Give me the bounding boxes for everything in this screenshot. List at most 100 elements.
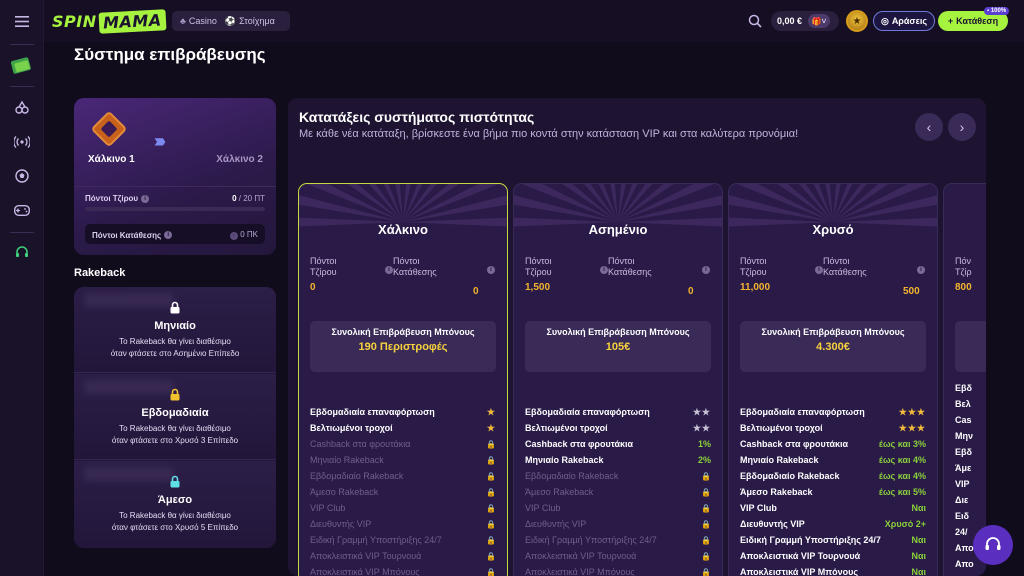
- lock-icon: 🔒: [486, 519, 496, 529]
- lock-icon: 🔒: [486, 455, 496, 465]
- star-icon: ★: [486, 406, 496, 417]
- deposit-points: Πόντοι Κατάθεσης 500: [823, 256, 920, 297]
- missions-button[interactable]: ◎ Αράσεις: [873, 11, 935, 31]
- wager-points-row: Πόντοι Τζίρου i 0 / 20 ΠΤ: [85, 194, 265, 203]
- info-icon[interactable]: i: [600, 266, 608, 274]
- perk-label: Εβδ: [955, 447, 972, 457]
- live-icon[interactable]: [0, 133, 44, 151]
- sidebar: [0, 0, 44, 576]
- rakeback-title: Rakeback: [74, 267, 126, 279]
- wager-points-value: 1,500: [525, 282, 551, 293]
- rakeback-desc: Το Rakeback θα γίνει διαθέσιμο όταν φτάσε…: [94, 336, 256, 360]
- perk-label: Βελ: [955, 399, 971, 409]
- perk-label: Αποκλειστικά VIP Τουρνουά: [310, 551, 422, 561]
- wager-progress-bar: [85, 207, 265, 211]
- wager-points-value: 800: [955, 282, 972, 293]
- sports-icon[interactable]: [0, 167, 44, 185]
- help-chat-button[interactable]: [973, 525, 1013, 565]
- perk-row: Βελτιωμένοι τροχοί ★: [310, 420, 496, 436]
- wager-points-value: 0: [310, 282, 316, 293]
- lock-icon: [74, 475, 276, 491]
- deposit-points-label: Πόντοι Κατάθεσης: [92, 230, 162, 240]
- perk-row: Εβδομαδιαίο Rakeback 🔒: [310, 468, 496, 484]
- perk-row: Άμεσο Rakeback 🔒: [525, 484, 711, 500]
- deposit-badge: ▪ 100%: [984, 7, 1010, 15]
- deposit-points-label: Πόντοι: [608, 256, 635, 266]
- top-bar: SPIN MAMA ♣ Casino ⚽ Στοίχημα 0,00 € 🎁˅ …: [44, 0, 1024, 42]
- total-bonus-box: Συνολική Επιβράβευση Μπόνους 190 Περιστρο…: [310, 321, 496, 372]
- perk-row: Αποκλειστικά VIP Τουρνουά Ναι: [740, 548, 926, 564]
- next-arrow-button[interactable]: ›: [948, 113, 976, 141]
- total-bonus-value: 4.300€: [816, 341, 850, 353]
- menu-icon[interactable]: [0, 12, 44, 30]
- casino-icon[interactable]: [0, 98, 44, 116]
- headset-icon: [985, 537, 1001, 550]
- wager-points-label: Τζίρου: [740, 267, 767, 277]
- deposit-points-label: Κατάθεσης: [608, 267, 652, 277]
- perk-label: Αποκλειστικά VIP Μπόνους: [740, 567, 859, 576]
- perk-label: Βελτιωμένοι τροχοί: [740, 423, 823, 433]
- promotions-icon[interactable]: [0, 52, 44, 80]
- loyalty-ranks-panel: Κατατάξεις συστήματος πιστότητας Με κάθε…: [288, 98, 986, 576]
- perk-value: έως και 3%: [878, 439, 926, 449]
- perk-row: Αποκλειστικά VIP Τουρνουά 🔒: [310, 548, 496, 564]
- wager-points-label: Τζίρου: [310, 267, 337, 277]
- info-icon[interactable]: i: [702, 266, 710, 274]
- logo-text-spin: SPIN: [52, 11, 97, 31]
- perk-row: Άμεσο Rakeback έως και 5%: [740, 484, 926, 500]
- cherry-icon: ♣: [180, 16, 186, 26]
- info-icon[interactable]: i: [141, 194, 150, 203]
- logo-text-mama: MAMA: [98, 8, 166, 34]
- perk-label: Διευθυντής VIP: [525, 519, 587, 529]
- perk-value: Ναι: [911, 503, 926, 513]
- deposit-badge-text: 100%: [990, 8, 1007, 14]
- perk-value: Ναι: [911, 535, 926, 545]
- perk-label: VIP Club: [310, 503, 346, 513]
- rakeback-item-weekly: Εβδομαδιαία Το Rakeback θα γίνει διαθέσι…: [74, 374, 276, 460]
- support-icon[interactable]: [0, 244, 44, 262]
- wager-points-value: 11,000: [740, 282, 771, 293]
- total-bonus-label: Συνολική Επιβράβευση Μπόνους: [331, 327, 475, 337]
- perk-value: Ναι: [911, 551, 926, 561]
- prev-arrow-button[interactable]: ‹: [915, 113, 943, 141]
- wager-points-label: Πόντοι: [740, 256, 767, 266]
- avatar[interactable]: ★: [846, 10, 868, 32]
- search-icon[interactable]: [745, 11, 765, 31]
- perk-row: Βελτιωμένοι τροχοί ★★: [525, 420, 711, 436]
- perk-label: VIP Club: [740, 503, 777, 513]
- perks-list: Εβδομαδιαία επαναφόρτωση ★ Βελτιωμένοι τρο…: [310, 404, 496, 576]
- nav-sports[interactable]: ⚽ Στοίχημα: [221, 13, 279, 29]
- info-icon[interactable]: i: [917, 266, 925, 274]
- wager-points-label: Πόντοι Τζίρου: [85, 194, 139, 203]
- balance-widget[interactable]: 0,00 € 🎁˅: [771, 11, 839, 31]
- wager-points-total: / 20 ΠΤ: [238, 194, 265, 203]
- perk-label: Εβδομαδιαία επαναφόρτωση: [525, 407, 650, 417]
- info-icon[interactable]: i: [385, 266, 393, 274]
- wager-points-label: Πόν: [955, 256, 972, 266]
- star-icon: ★★: [692, 422, 711, 433]
- perk-label: Εβδομαδιαίο Rakeback: [525, 471, 619, 481]
- lock-icon: [74, 301, 276, 317]
- tier-card: Χάλκινο Πόντοι Τζίρου 0 i Πόντοι Κατάθεσης 0 i Συ…: [298, 183, 508, 576]
- perk-label: Αποκλειστικά VIP Μπόνους: [310, 567, 420, 576]
- wager-points-label: Τζίρου: [525, 267, 552, 277]
- perk-label: Ειδ: [955, 511, 969, 521]
- rakeback-desc: Το Rakeback θα γίνει διαθέσιμο όταν φτάσε…: [94, 510, 256, 534]
- esports-icon[interactable]: [0, 201, 44, 219]
- logo[interactable]: SPIN MAMA: [52, 8, 166, 34]
- info-icon[interactable]: i: [815, 266, 823, 274]
- rakeback-desc-line: Το Rakeback θα γίνει διαθέσιμο: [119, 337, 231, 346]
- wager-points: Πόν Τζίρ 800: [955, 256, 972, 293]
- perk-row: Cashback στα φρουτάκια 1%: [525, 436, 711, 452]
- page-title: Σύστημα επιβράβευσης: [74, 45, 266, 64]
- rakeback-card: Μηνιαίο Το Rakeback θα γίνει διαθέσιμο ότ…: [74, 287, 276, 548]
- info-icon[interactable]: i: [164, 231, 173, 239]
- perk-label: Διευθυντής VIP: [310, 519, 372, 529]
- nav-casino[interactable]: ♣ Casino: [176, 13, 221, 29]
- level-card: ›››› Χάλκινο 1 Χάλκινο 2 Πόντοι Τζίρου i …: [74, 98, 276, 255]
- lock-icon: 🔒: [701, 471, 711, 481]
- gift-icon[interactable]: 🎁˅: [808, 14, 831, 28]
- target-icon: ◎: [880, 15, 889, 26]
- current-level: Χάλκινο 1: [88, 154, 135, 165]
- info-icon[interactable]: i: [487, 266, 495, 274]
